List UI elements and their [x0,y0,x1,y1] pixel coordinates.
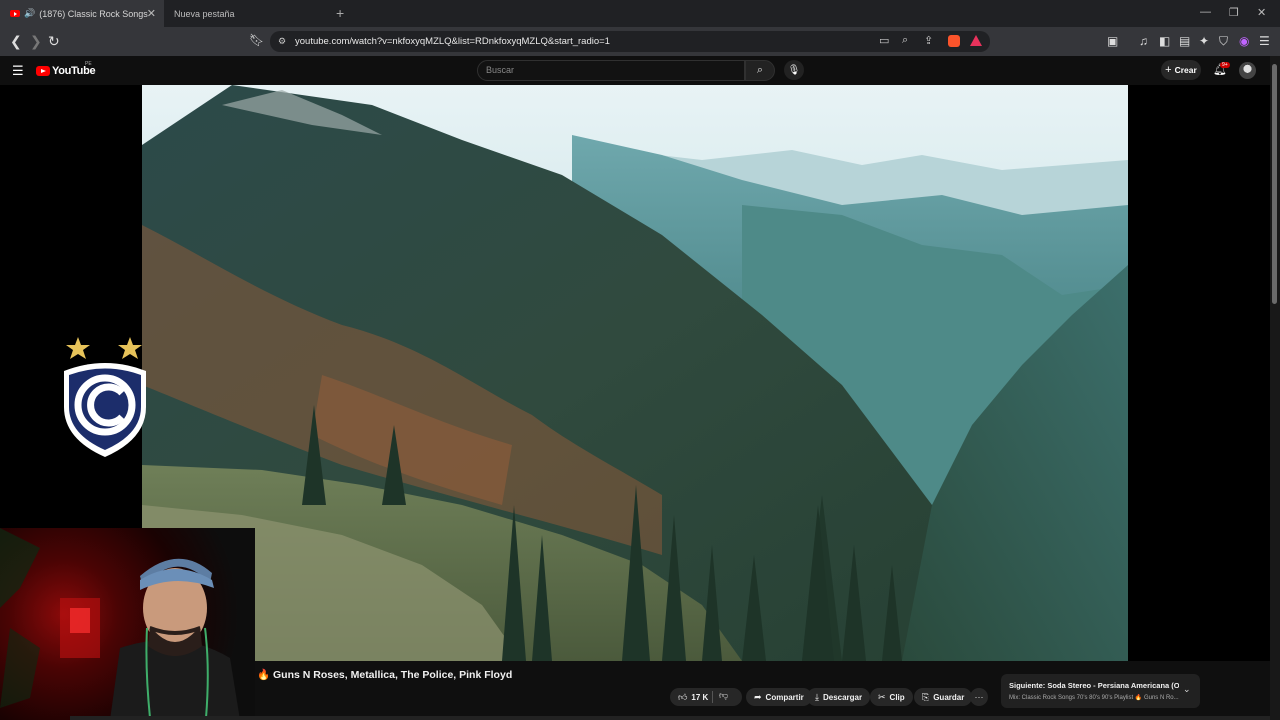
scrollbar-thumb[interactable] [1272,64,1277,304]
tab-title: (1876) Classic Rock Songs 70 [39,8,150,19]
download-button[interactable]: ⤓ Descargar [807,688,871,706]
like-dislike-divider [712,691,713,703]
browser-tab-new[interactable]: Nueva pestaña [164,0,328,27]
search-button[interactable]: ⌕ [745,60,775,81]
close-tab-icon[interactable]: ✕ [147,7,156,20]
avatar[interactable] [1239,62,1256,79]
video-title: 🔥 Guns N Roses, Metallica, The Police, P… [257,668,512,681]
up-next-subtitle: Mix: Classic Rock Songs 70's 80's 90's P… [1009,695,1179,701]
region-code: PE [85,61,92,67]
download-label: Descargar [822,692,863,702]
leo-ai-icon[interactable]: ◉ [1239,34,1249,48]
up-next-card[interactable]: Siguiente: Soda Stereo - Persiana Americ… [1001,674,1200,708]
save-button[interactable]: ⎘ Guardar [914,688,973,706]
browser-menu-icon[interactable]: ☰ [1259,34,1270,48]
save-label: Guardar [933,692,965,702]
youtube-favicon-icon [10,10,20,17]
music-icon[interactable]: ♫ [1139,34,1148,48]
more-actions-button[interactable]: ··· [970,688,988,706]
new-tab-button[interactable]: + [336,5,344,21]
tab-title: Nueva pestaña [174,8,235,19]
fire-emoji: 🔥 [257,669,271,681]
download-icon: ⤓ [815,691,819,702]
cast-icon[interactable]: ▭ [879,34,889,47]
clip-label: Clip [889,692,905,702]
maximize-icon[interactable]: ❐ [1229,6,1239,19]
thumbs-down-icon[interactable]: 👎︎ [719,690,728,701]
share-icon: ➦ [754,691,762,702]
microphone-icon: 🎙︎ [787,64,801,76]
bookmark-icon[interactable]: 🔖︎ [249,33,264,47]
speaker-icon[interactable]: 🔊 [24,8,35,19]
youtube-header: ☰ YouTube PE ⌕ 🎙︎ + Crear 🔔︎ 9+ [0,56,1280,85]
hamburger-menu-icon[interactable]: ☰ [12,63,24,79]
plus-icon: + [1165,64,1172,76]
page-bottom-strip [70,716,1270,720]
extensions-icon[interactable]: ✦ [1199,34,1209,48]
brave-rewards-icon[interactable] [970,35,982,46]
share-label: Compartir [765,692,804,702]
vpn-icon[interactable]: ⛉ [1219,34,1228,49]
chevron-down-icon[interactable]: ⌄ [1183,684,1191,695]
scissors-icon: ✂ [878,691,886,702]
webcam-overlay [0,528,255,720]
url-text[interactable]: youtube.com/watch?v=nkfoxyqMZLQ&list=RDn… [295,36,610,47]
bookmark-save-icon: ⎘ [922,691,930,702]
clip-button[interactable]: ✂ Clip [870,688,913,706]
up-next-title: Siguiente: Soda Stereo - Persiana Americ… [1009,681,1179,690]
like-count: 17 K [691,692,709,702]
close-window-icon[interactable]: ✕ [1257,6,1266,19]
video-title-text: Guns N Roses, Metallica, The Police, Pin… [273,669,513,681]
more-icon: ··· [974,692,984,702]
club-crest-logo [64,337,146,457]
address-bar[interactable]: ⚙ youtube.com/watch?v=nkfoxyqMZLQ&list=R… [270,31,990,52]
notification-count-badge: 9+ [1220,62,1230,68]
wallet-icon[interactable]: ▤ [1179,34,1190,48]
forward-icon[interactable]: ❯ [30,33,42,50]
video-player[interactable] [142,85,1128,661]
browser-tab-strip: 🔊 (1876) Classic Rock Songs 70 ✕ Nueva p… [0,0,1280,27]
brave-shields-icon[interactable] [948,35,960,47]
search-input[interactable] [486,65,736,75]
reload-icon[interactable]: ↻ [48,33,60,50]
youtube-play-icon [36,66,50,76]
voice-search-button[interactable]: 🎙︎ [784,60,804,80]
search-box[interactable] [477,60,745,81]
like-button[interactable]: 👍︎ 17 K [670,688,742,706]
thumbs-up-icon: 👍︎ [678,691,688,702]
back-icon[interactable]: ❮ [10,33,22,50]
mountain-landscape-image [142,85,1128,661]
zoom-icon[interactable]: ⌕ [902,34,908,47]
search-icon: ⌕ [756,64,764,76]
create-label: Crear [1174,65,1197,75]
browser-toolbar: ❮ ❯ ↻ 🔖︎ ⚙ youtube.com/watch?v=nkfoxyqMZ… [0,27,1280,56]
share-page-icon[interactable]: ⇪ [924,34,933,47]
translate-icon[interactable]: ▣ [1107,34,1118,48]
share-button[interactable]: ➦ Compartir [746,688,812,706]
site-info-icon[interactable]: ⚙ [278,36,286,47]
create-button[interactable]: + Crear [1161,60,1201,80]
minimize-icon[interactable]: — [1200,6,1211,18]
sidebar-icon[interactable]: ◧ [1159,34,1170,48]
browser-tab-youtube[interactable]: 🔊 (1876) Classic Rock Songs 70 ✕ [0,0,164,27]
streamer-webcam-image [0,528,240,720]
